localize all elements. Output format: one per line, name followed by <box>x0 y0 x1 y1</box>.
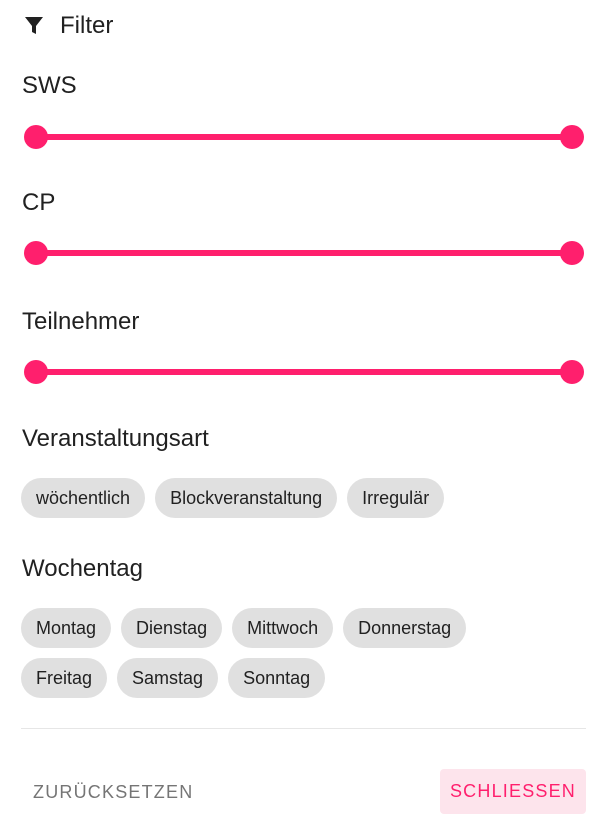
teilnehmer-label: Teilnehmer <box>22 308 140 335</box>
reset-button[interactable]: ZURÜCKSETZEN <box>22 770 204 814</box>
chip-freitag[interactable]: Freitag <box>21 658 108 698</box>
chip-irregulaer[interactable]: Irregulär <box>347 478 445 518</box>
chip-donnerstag[interactable]: Donnerstag <box>343 608 467 648</box>
chip-mittwoch[interactable]: Mittwoch <box>232 608 334 648</box>
cp-slider-max-thumb[interactable] <box>560 241 584 265</box>
cp-range-slider[interactable] <box>24 239 584 267</box>
filter-header: Filter <box>22 11 113 41</box>
cp-slider-track[interactable] <box>36 250 572 256</box>
chip-blockveranstaltung[interactable]: Blockveranstaltung <box>155 478 338 518</box>
sws-slider-max-thumb[interactable] <box>560 125 584 149</box>
actions-divider <box>21 728 586 729</box>
chip-sonntag[interactable]: Sonntag <box>228 658 326 698</box>
teilnehmer-slider-max-thumb[interactable] <box>560 360 584 384</box>
wochentag-label: Wochentag <box>22 555 143 582</box>
wochentag-chip-group-row2: Freitag Samstag Sonntag <box>21 658 326 698</box>
teilnehmer-slider-min-thumb[interactable] <box>24 360 48 384</box>
teilnehmer-slider-track[interactable] <box>36 369 572 375</box>
chip-woechentlich[interactable]: wöchentlich <box>21 478 146 518</box>
chip-dienstag[interactable]: Dienstag <box>121 608 223 648</box>
filter-title: Filter <box>60 12 114 39</box>
wochentag-chip-group-row1: Montag Dienstag Mittwoch Donnerstag <box>21 608 467 648</box>
teilnehmer-range-slider[interactable] <box>24 358 584 386</box>
chip-montag[interactable]: Montag <box>21 608 112 648</box>
sws-slider-min-thumb[interactable] <box>24 125 48 149</box>
cp-slider-min-thumb[interactable] <box>24 241 48 265</box>
chip-samstag[interactable]: Samstag <box>117 658 219 698</box>
veranstaltungsart-chip-group: wöchentlich Blockveranstaltung Irregulär <box>21 478 445 518</box>
sws-label: SWS <box>22 72 77 99</box>
close-button[interactable]: SCHLIESSEN <box>440 769 586 814</box>
sws-slider-track[interactable] <box>36 134 572 140</box>
filter-icon <box>22 14 46 38</box>
veranstaltungsart-label: Veranstaltungsart <box>22 425 209 452</box>
sws-range-slider[interactable] <box>24 123 584 151</box>
cp-label: CP <box>22 189 56 216</box>
